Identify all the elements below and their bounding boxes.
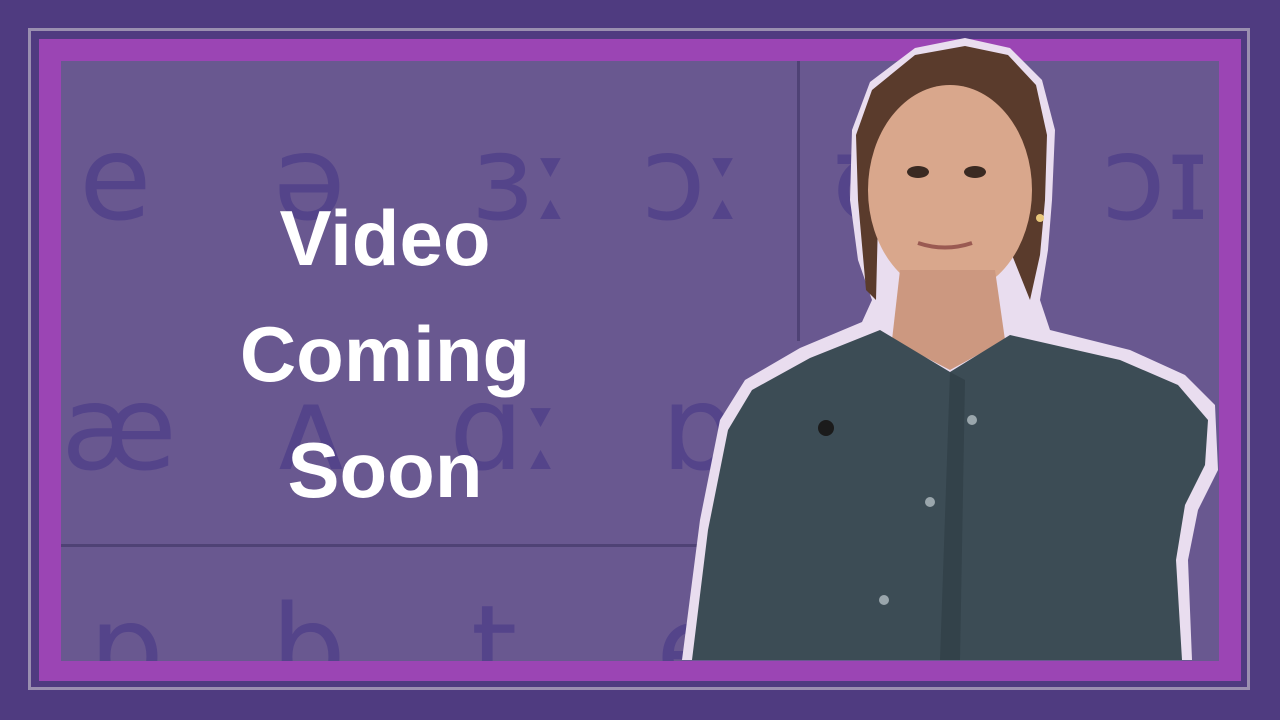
ipa-symbol: e <box>79 109 152 247</box>
video-coming-soon-title: Video Coming Soon <box>200 180 570 528</box>
ipa-symbol: ɔɪ <box>1101 109 1210 247</box>
ipa-symbol: e <box>656 579 729 661</box>
ipa-symbol: b <box>271 579 346 661</box>
title-line-video: Video <box>279 194 491 282</box>
ipa-symbol: ɔː <box>641 109 746 247</box>
title-line-soon: Soon <box>287 426 483 514</box>
chart-divider-vertical <box>797 61 800 341</box>
ipa-symbol: p <box>89 579 164 661</box>
ipa-symbol: ɒ <box>661 359 736 497</box>
chart-divider-horizontal <box>61 544 761 547</box>
ipa-symbol: t <box>471 579 518 661</box>
ipa-symbol: ʊ <box>831 109 904 247</box>
title-line-coming: Coming <box>239 310 531 398</box>
ipa-symbol: æ <box>61 359 177 497</box>
